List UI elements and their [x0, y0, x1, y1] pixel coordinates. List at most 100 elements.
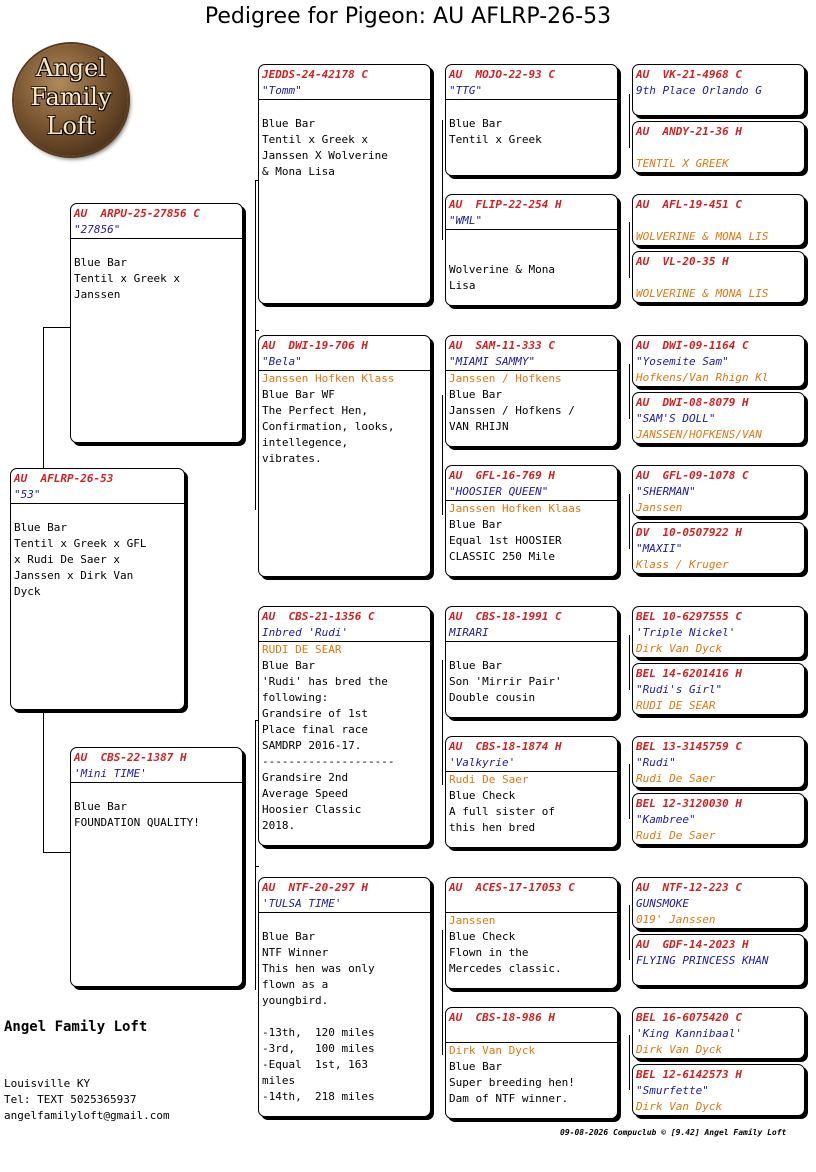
ancestor-card[interactable]: BEL 10-6297555 C 'Triple Nickel' Dirk Van …	[632, 606, 805, 658]
ring-number: AU ACES-17-17053 C	[449, 881, 575, 894]
strain-line: 019' Janssen	[636, 913, 716, 926]
strain-line: Hofkens/Van Rhign Kl	[636, 371, 769, 384]
dsd-card[interactable]: AU CBS-18-1874 H 'Valkyrie' Rudi De Saer …	[445, 736, 618, 848]
strain-line: Janssen Hofken Klass	[262, 372, 395, 385]
dss-card[interactable]: AU CBS-18-1991 C MIRARI Blue Bar Son 'Mir…	[445, 606, 618, 718]
ring-number: BEL 14-6201416 H	[636, 667, 742, 680]
ancestor-card[interactable]: AU NTF-12-223 C GUNSMOKE 019' Janssen	[632, 877, 805, 929]
ring-number: AU FLIP-22-254 H	[449, 198, 562, 211]
sire-card[interactable]: AU ARPU-25-27856 C "27856" Blue Bar Tenti…	[70, 203, 243, 443]
strain-line: Janssen	[449, 914, 496, 927]
ring-number: AU CBS-18-986 H	[449, 1011, 555, 1024]
sire-sire-card[interactable]: JEDDS-24-42178 C "Tomm" Blue Bar Tentil x…	[258, 64, 431, 304]
loft-logo: Angel Family Loft	[14, 44, 128, 156]
dds-card[interactable]: AU ACES-17-17053 C Janssen Blue Check Fl…	[445, 877, 618, 989]
notes: Blue Bar Tentil x Greek x Janssen	[74, 256, 180, 301]
ancestor-card[interactable]: BEL 12-6142573 H "Smurfette" Dirk Van Dyck	[632, 1064, 805, 1116]
strain-line: RUDI DE SEAR	[262, 643, 342, 656]
ssd-card[interactable]: AU FLIP-22-254 H "WML" Wolverine & Mona L…	[445, 194, 618, 306]
subject-card[interactable]: AU AFLRP-26-53 "53" Blue Bar Tentil x Gre…	[10, 468, 185, 710]
ancestor-card[interactable]: AU DWI-08-8079 H "SAM'S DOLL" JANSSEN/HOFK…	[632, 392, 805, 444]
ancestor-card[interactable]: DV 10-0507922 H "MAXII" Klass / Kruger	[632, 522, 805, 574]
strain-line: Rudi De Saer	[636, 772, 716, 785]
loft-name: Angel Family Loft	[4, 1019, 148, 1035]
notes: Blue Bar Tentil x Greek x GFL x Rudi De …	[14, 521, 147, 598]
notes: Blue Bar WF The Perfect Hen, Confirmatio…	[262, 388, 395, 465]
dam-dam-card[interactable]: AU NTF-20-297 H 'TULSA TIME' Blue Bar NTF…	[258, 877, 431, 1117]
sire-dam-card[interactable]: AU DWI-19-706 H "Bela" Janssen Hofken Kla…	[258, 335, 431, 577]
ancestor-card[interactable]: BEL 12-3120030 H "Kambree" Rudi De Saer	[632, 793, 805, 845]
pigeon-name: FLYING PRINCESS KHAN	[636, 954, 769, 967]
ancestor-card[interactable]: AU GFL-09-1078 C "SHERMAN" Janssen	[632, 465, 805, 517]
pigeon-name: 9th Place Orlando G	[636, 84, 762, 97]
pigeon-name	[636, 140, 801, 156]
pigeon-name	[636, 213, 801, 229]
ring-number: BEL 16-6075420 C	[636, 1011, 742, 1024]
pigeon-name: "27856"	[74, 223, 121, 236]
pigeon-name	[449, 1026, 614, 1042]
ddd-card[interactable]: AU CBS-18-986 H Dirk Van Dyck Blue Bar S…	[445, 1007, 618, 1119]
ancestor-card[interactable]: BEL 13-3145759 C "Rudi" Rudi De Saer	[632, 736, 805, 788]
strain-line: TENTIL X GREEK	[636, 157, 729, 170]
pigeon-name: "MAXII"	[636, 542, 683, 555]
ring-number: BEL 12-6142573 H	[636, 1068, 742, 1081]
strain-line: Dirk Van Dyck	[636, 642, 723, 655]
strain-line	[446, 642, 617, 658]
pigeon-name: "SHERMAN"	[636, 485, 696, 498]
ancestor-card[interactable]: AU GDF-14-2023 H FLYING PRINCESS KHAN	[632, 934, 805, 986]
notes: Blue Bar Tentil x Greek x Janssen X Wolv…	[262, 117, 388, 178]
pigeon-name: "53"	[14, 488, 41, 501]
strain-line: Dirk Van Dyck	[449, 1044, 536, 1057]
ancestor-card[interactable]: AU ANDY-21-36 H TENTIL X GREEK	[632, 121, 805, 173]
ring-number: AU VL-20-35 H	[636, 255, 729, 268]
ring-number: BEL 10-6297555 C	[636, 610, 742, 623]
pigeon-name: "Tomm"	[262, 84, 302, 97]
ancestor-card[interactable]: AU VL-20-35 H WOLVERINE & MONA LIS	[632, 251, 805, 303]
pigeon-name: MIRARI	[449, 626, 489, 639]
page-title: Pedigree for Pigeon: AU AFLRP-26-53	[204, 4, 612, 29]
sss-card[interactable]: AU MOJO-22-93 C "TTG" Blue Bar Tentil x G…	[445, 64, 618, 176]
dam-sire-card[interactable]: AU CBS-21-1356 C Inbred 'Rudi' RUDI DE SE…	[258, 606, 431, 846]
pigeon-name: 'King Kannibaal'	[636, 1027, 742, 1040]
ring-number: BEL 13-3145759 C	[636, 740, 742, 753]
strain-line: Dirk Van Dyck	[636, 1043, 723, 1056]
ancestor-card[interactable]: BEL 14-6201416 H "Rudi's Girl" RUDI DE SEA…	[632, 663, 805, 715]
pigeon-name: "WML"	[449, 214, 483, 227]
ring-number: AU DWI-19-706 H	[262, 339, 368, 352]
strain-line	[259, 100, 430, 116]
sds-card[interactable]: AU SAM-11-333 C "MIAMI SAMMY" Janssen / H…	[445, 335, 618, 447]
pigeon-name: "Bela"	[262, 355, 302, 368]
ring-number: AU AFL-19-451 C	[636, 198, 742, 211]
ring-number: AU NTF-20-297 H	[262, 881, 368, 894]
pigeon-name: "HOOSIER QUEEN"	[449, 485, 549, 498]
pigeon-name: "Smurfette"	[636, 1084, 709, 1097]
pigeon-name	[449, 896, 614, 912]
strain-line	[259, 913, 430, 929]
strain-line: Janssen	[636, 501, 683, 514]
ring-number: AU MOJO-22-93 C	[449, 68, 555, 81]
ring-number: AU ANDY-21-36 H	[636, 125, 742, 138]
ancestor-card[interactable]: BEL 16-6075420 C 'King Kannibaal' Dirk Van…	[632, 1007, 805, 1059]
ancestor-card[interactable]: AU AFL-19-451 C WOLVERINE & MONA LIS	[632, 194, 805, 246]
sdd-card[interactable]: AU GFL-16-769 H "HOOSIER QUEEN" Janssen H…	[445, 465, 618, 577]
ring-number: AU SAM-11-333 C	[449, 339, 555, 352]
notes: Blue Bar Equal 1st HOOSIER CLASSIC 250 M…	[449, 518, 562, 563]
pigeon-name	[636, 270, 801, 286]
pigeon-name: 'Triple Nickel'	[636, 626, 736, 639]
pigeon-name: "Rudi's Girl"	[636, 683, 723, 696]
notes: Blue Bar Tentil x Greek	[449, 117, 542, 146]
ring-number: AU CBS-18-1991 C	[449, 610, 562, 623]
dam-card[interactable]: AU CBS-22-1387 H 'Mini TIME' Blue Bar FOU…	[70, 747, 243, 987]
pigeon-name: "TTG"	[449, 84, 483, 97]
pigeon-name: "Kambree"	[636, 813, 696, 826]
ancestor-card[interactable]: AU VK-21-4968 C 9th Place Orlando G	[632, 64, 805, 116]
ring-number: AU ARPU-25-27856 C	[74, 207, 200, 220]
strain-line: JANSSEN/HOFKENS/VAN	[636, 428, 762, 441]
pigeon-name: "Yosemite Sam"	[636, 355, 729, 368]
contact-info: Louisville KY Tel: TEXT 5025365937 angel…	[4, 1077, 170, 1122]
strain-line: Klass / Kruger	[636, 558, 729, 571]
ancestor-card[interactable]: AU DWI-09-1164 C "Yosemite Sam" Hofkens/Va…	[632, 335, 805, 387]
notes: Blue Check A full sister of this hen bre…	[449, 789, 555, 834]
notes: Blue Bar NTF Winner This hen was only fl…	[262, 930, 375, 1103]
ring-number: AU GFL-09-1078 C	[636, 469, 749, 482]
